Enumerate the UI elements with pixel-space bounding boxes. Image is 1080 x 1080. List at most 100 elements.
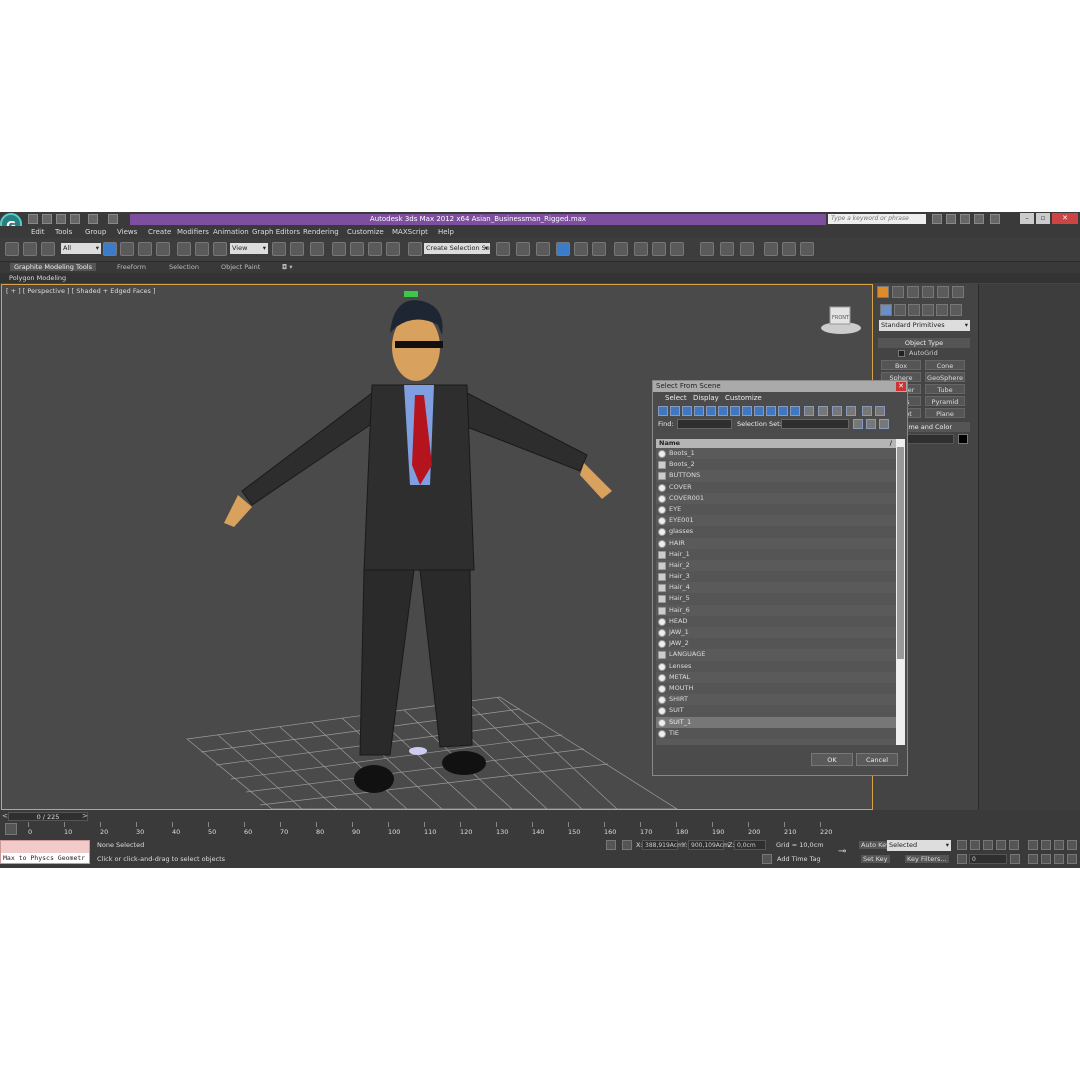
display-cameras-icon[interactable]: [694, 406, 704, 416]
plugin-tool-5-icon[interactable]: [782, 242, 796, 256]
filter-icon[interactable]: [862, 406, 872, 416]
play-icon[interactable]: [983, 840, 993, 850]
list-item[interactable]: Hair_6: [656, 605, 896, 616]
list-item[interactable]: METAL: [656, 672, 896, 683]
tab-object-paint[interactable]: Object Paint: [221, 263, 260, 271]
track-bar[interactable]: 0 10 20 30 40 50 60 70 80 90 100 110 120 130 140 150 160…: [20, 822, 842, 836]
polygon-modeling-panel[interactable]: Polygon Modeling: [9, 274, 66, 282]
display-bones-icon[interactable]: [754, 406, 764, 416]
scrollbar-thumb[interactable]: [897, 447, 904, 659]
display-groups-icon[interactable]: [730, 406, 740, 416]
menu-edit[interactable]: Edit: [31, 228, 45, 236]
save-file-icon[interactable]: [56, 214, 66, 224]
rotate-icon[interactable]: [195, 242, 209, 256]
menu-help[interactable]: Help: [438, 228, 454, 236]
display-all-icon[interactable]: [804, 406, 814, 416]
select-object-icon[interactable]: [103, 242, 117, 256]
move-icon[interactable]: [177, 242, 191, 256]
go-to-start-icon[interactable]: [957, 840, 967, 850]
menu-maxscript[interactable]: MAXScript: [392, 228, 428, 236]
zoom-all-icon[interactable]: [1041, 840, 1051, 850]
render-production-icon[interactable]: [670, 242, 684, 256]
display-frozen-icon[interactable]: [778, 406, 788, 416]
reference-coordinate-dropdown[interactable]: View: [230, 243, 268, 254]
display-geometry-icon[interactable]: [658, 406, 668, 416]
subscription-icon[interactable]: [946, 214, 956, 224]
selection-set-delete-icon[interactable]: [879, 419, 889, 429]
list-scrollbar[interactable]: [896, 439, 905, 745]
utilities-tab-icon[interactable]: [952, 286, 964, 298]
filter-options-icon[interactable]: [875, 406, 885, 416]
list-item[interactable]: Hair_2: [656, 560, 896, 571]
list-item[interactable]: EYE001: [656, 515, 896, 526]
help-icon[interactable]: [990, 214, 1000, 224]
select-and-link-icon[interactable]: [5, 242, 19, 256]
object-color-swatch[interactable]: [958, 434, 968, 444]
unlink-icon[interactable]: [23, 242, 37, 256]
rectangular-selection-icon[interactable]: [138, 242, 152, 256]
undo-icon[interactable]: [70, 214, 80, 224]
schematic-view-icon[interactable]: [592, 242, 606, 256]
list-item[interactable]: HAIR: [656, 538, 896, 549]
new-file-icon[interactable]: [28, 214, 38, 224]
plugin-tool-4-icon[interactable]: [764, 242, 778, 256]
y-coordinate-field[interactable]: 900,109Acm: [688, 840, 729, 850]
set-key-icon[interactable]: ⊸: [838, 846, 846, 857]
tube-button[interactable]: Tube: [925, 384, 965, 394]
current-frame-field[interactable]: 0: [969, 854, 1007, 864]
dialog-menu-display[interactable]: Display: [693, 394, 719, 402]
list-item[interactable]: COVER001: [656, 493, 896, 504]
key-mode-toggle-icon[interactable]: [957, 854, 967, 864]
lights-category-icon[interactable]: [908, 304, 920, 316]
sync-selection-icon[interactable]: [846, 406, 856, 416]
list-item[interactable]: JAW_2: [656, 638, 896, 650]
project-folder-icon[interactable]: [108, 214, 118, 224]
snaps-toggle-icon[interactable]: [332, 242, 346, 256]
material-editor-icon[interactable]: [614, 242, 628, 256]
list-item[interactable]: SUIT: [656, 705, 896, 717]
object-type-rollout[interactable]: Object Type: [878, 338, 970, 348]
minimize-button[interactable]: –: [1020, 213, 1034, 224]
display-hidden-icon[interactable]: [790, 406, 800, 416]
display-helpers-icon[interactable]: [706, 406, 716, 416]
time-slider-prev-icon[interactable]: <: [2, 812, 8, 821]
display-shapes-icon[interactable]: [670, 406, 680, 416]
list-item[interactable]: SHIRT: [656, 694, 896, 705]
layer-manager-icon[interactable]: [536, 242, 550, 256]
motion-tab-icon[interactable]: [922, 286, 934, 298]
selection-lock-icon[interactable]: [606, 840, 616, 850]
select-and-manipulate-icon[interactable]: [290, 242, 304, 256]
time-slider-next-icon[interactable]: >: [82, 812, 88, 821]
plugin-tool-3-icon[interactable]: [740, 242, 754, 256]
box-button[interactable]: Box: [881, 360, 921, 370]
list-item[interactable]: Hair_1: [656, 548, 896, 560]
pivot-center-icon[interactable]: [272, 242, 286, 256]
selection-filter-dropdown[interactable]: All: [61, 243, 101, 254]
set-key-button[interactable]: Set Key: [861, 855, 890, 863]
list-item[interactable]: TIE: [656, 727, 896, 739]
spinner-snap-icon[interactable]: [386, 242, 400, 256]
timeline[interactable]: 0 / 225 < > 0 10 20 30 40 50 60 70 80 90 100 110 120…: [0, 810, 1080, 838]
hierarchy-tab-icon[interactable]: [907, 286, 919, 298]
time-tag-icon[interactable]: [762, 854, 772, 864]
zoom-icon[interactable]: [1028, 840, 1038, 850]
tab-graphite-modeling-tools[interactable]: Graphite Modeling Tools: [10, 263, 97, 271]
plugin-tool-1-icon[interactable]: [700, 242, 714, 256]
list-item[interactable]: JAW_1: [656, 627, 896, 638]
display-xrefs-icon[interactable]: [742, 406, 752, 416]
maximize-button[interactable]: ▫: [1036, 213, 1050, 224]
display-none-icon[interactable]: [818, 406, 828, 416]
zoom-extents-icon[interactable]: [1054, 840, 1064, 850]
favorites-icon[interactable]: [974, 214, 984, 224]
ribbon-options-icon[interactable]: ◘ ▾: [282, 263, 292, 271]
pan-view-icon[interactable]: [1041, 854, 1051, 864]
key-filters-button[interactable]: Key Filters...: [905, 855, 949, 863]
maxscript-listener[interactable]: Max to Physcs Geometr: [0, 840, 90, 864]
help-search-input[interactable]: Type a keyword or phrase: [828, 214, 926, 224]
create-tab-icon[interactable]: [877, 286, 889, 298]
search-icon[interactable]: [932, 214, 942, 224]
cancel-button[interactable]: Cancel: [856, 753, 898, 766]
shapes-category-icon[interactable]: [894, 304, 906, 316]
align-icon[interactable]: [516, 242, 530, 256]
dialog-title-bar[interactable]: Select From Scene ✕: [653, 381, 907, 392]
